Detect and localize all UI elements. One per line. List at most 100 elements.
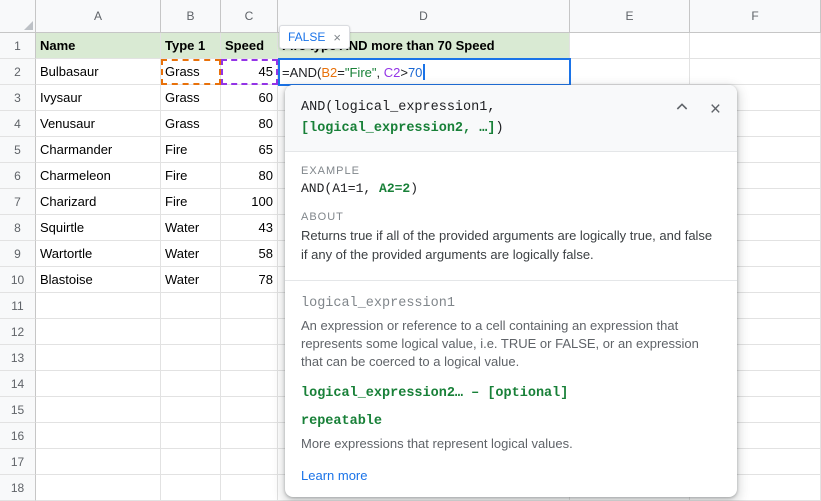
row-header-2[interactable]: 2 xyxy=(0,59,36,85)
chip-close-icon[interactable]: × xyxy=(333,30,341,45)
cell-B17[interactable] xyxy=(161,449,221,475)
row-header-12[interactable]: 12 xyxy=(0,319,36,345)
cell-B10[interactable]: Water xyxy=(161,267,221,293)
formula-token: "Fire" xyxy=(344,64,377,80)
cell-A14[interactable] xyxy=(36,371,161,397)
cell-C3[interactable]: 60 xyxy=(221,85,278,111)
row-header-17[interactable]: 17 xyxy=(0,449,36,475)
cell-A7[interactable]: Charizard xyxy=(36,189,161,215)
cell-A11[interactable] xyxy=(36,293,161,319)
cell-B12[interactable] xyxy=(161,319,221,345)
cell-C1[interactable]: Speed xyxy=(221,33,278,59)
cell-C9[interactable]: 58 xyxy=(221,241,278,267)
row-header-13[interactable]: 13 xyxy=(0,345,36,371)
cell-C14[interactable] xyxy=(221,371,278,397)
cell-B11[interactable] xyxy=(161,293,221,319)
cell-A18[interactable] xyxy=(36,475,161,501)
cell-C7[interactable]: 100 xyxy=(221,189,278,215)
cell-B2[interactable]: Grass xyxy=(161,59,221,85)
cell-A12[interactable] xyxy=(36,319,161,345)
formula-token: B2 xyxy=(321,64,338,80)
cell-B9[interactable]: Water xyxy=(161,241,221,267)
cell-B14[interactable] xyxy=(161,371,221,397)
cell-A4[interactable]: Venusaur xyxy=(36,111,161,137)
cell-B13[interactable] xyxy=(161,345,221,371)
cell-A10[interactable]: Blastoise xyxy=(36,267,161,293)
row-header-15[interactable]: 15 xyxy=(0,397,36,423)
cell-C6[interactable]: 80 xyxy=(221,163,278,189)
cell-editor-D2[interactable]: =AND(B2="Fire", C2>70 xyxy=(278,58,571,86)
cell-C10[interactable]: 78 xyxy=(221,267,278,293)
cell-C4[interactable]: 80 xyxy=(221,111,278,137)
cell-B8[interactable]: Water xyxy=(161,215,221,241)
row-header-8[interactable]: 8 xyxy=(0,215,36,241)
cell-B18[interactable] xyxy=(161,475,221,501)
cell-B16[interactable] xyxy=(161,423,221,449)
function-help-popup: AND(logical_expression1, [logical_expres… xyxy=(285,85,737,497)
cell-B3[interactable]: Grass xyxy=(161,85,221,111)
formula-token: 70 xyxy=(407,64,423,80)
cell-A1[interactable]: Name xyxy=(36,33,161,59)
row-header-1[interactable]: 1 xyxy=(0,33,36,59)
popup-close-icon[interactable]: × xyxy=(710,100,721,119)
column-header-A[interactable]: A xyxy=(36,0,161,33)
row-header-14[interactable]: 14 xyxy=(0,371,36,397)
param2-description: More expressions that represent logical … xyxy=(301,436,573,452)
cell-A17[interactable] xyxy=(36,449,161,475)
cell-A15[interactable] xyxy=(36,397,161,423)
row-header-5[interactable]: 5 xyxy=(0,137,36,163)
cell-C13[interactable] xyxy=(221,345,278,371)
row-header-18[interactable]: 18 xyxy=(0,475,36,501)
cell-A6[interactable]: Charmeleon xyxy=(36,163,161,189)
cell-C16[interactable] xyxy=(221,423,278,449)
row-header-6[interactable]: 6 xyxy=(0,163,36,189)
row-header-16[interactable]: 16 xyxy=(0,423,36,449)
cell-C15[interactable] xyxy=(221,397,278,423)
cell-A2[interactable]: Bulbasaur xyxy=(36,59,161,85)
collapse-chevron-icon[interactable] xyxy=(674,99,690,119)
cell-A3[interactable]: Ivysaur xyxy=(36,85,161,111)
cell-A16[interactable] xyxy=(36,423,161,449)
cell-C11[interactable] xyxy=(221,293,278,319)
row-header-10[interactable]: 10 xyxy=(0,267,36,293)
google-sheets-app: ABCDEF 1 Name Type 1 Speed Fire type AND mor… xyxy=(0,0,821,501)
column-header-E[interactable]: E xyxy=(570,0,690,33)
cell-A8[interactable]: Squirtle xyxy=(36,215,161,241)
column-header-B[interactable]: B xyxy=(161,0,221,33)
cell-A13[interactable] xyxy=(36,345,161,371)
column-header-F[interactable]: F xyxy=(690,0,821,33)
cell-F1[interactable] xyxy=(690,33,821,59)
column-header-C[interactable]: C xyxy=(221,0,278,33)
function-signature: AND(logical_expression1, [logical_expres… xyxy=(301,98,721,140)
cell-E2[interactable] xyxy=(570,59,690,85)
cell-C2[interactable]: 45 xyxy=(221,59,278,85)
cell-B6[interactable]: Fire xyxy=(161,163,221,189)
cell-A9[interactable]: Wartortle xyxy=(36,241,161,267)
cell-F2[interactable] xyxy=(690,59,821,85)
cell-B7[interactable]: Fire xyxy=(161,189,221,215)
row-header-4[interactable]: 4 xyxy=(0,111,36,137)
cell-C18[interactable] xyxy=(221,475,278,501)
row-header-7[interactable]: 7 xyxy=(0,189,36,215)
cell-B4[interactable]: Grass xyxy=(161,111,221,137)
learn-more-link[interactable]: Learn more xyxy=(301,468,367,483)
param1-name: logical_expression1 xyxy=(301,295,455,311)
cell-B15[interactable] xyxy=(161,397,221,423)
cell-B5[interactable]: Fire xyxy=(161,137,221,163)
row-header-11[interactable]: 11 xyxy=(0,293,36,319)
cell-C17[interactable] xyxy=(221,449,278,475)
cell-C5[interactable]: 65 xyxy=(221,137,278,163)
row-header-9[interactable]: 9 xyxy=(0,241,36,267)
text-caret xyxy=(423,64,426,80)
select-all-corner[interactable] xyxy=(0,0,36,33)
cell-E1[interactable] xyxy=(570,33,690,59)
cell-C12[interactable] xyxy=(221,319,278,345)
sheet-row-1: 1 Name Type 1 Speed Fire type AND more than … xyxy=(0,33,821,59)
row-header-3[interactable]: 3 xyxy=(0,85,36,111)
cell-C8[interactable]: 43 xyxy=(221,215,278,241)
cell-B1[interactable]: Type 1 xyxy=(161,33,221,59)
example-part: ) xyxy=(410,180,419,196)
formula-token: , xyxy=(376,64,384,80)
cell-A5[interactable]: Charmander xyxy=(36,137,161,163)
example-label: EXAMPLE xyxy=(301,164,360,177)
